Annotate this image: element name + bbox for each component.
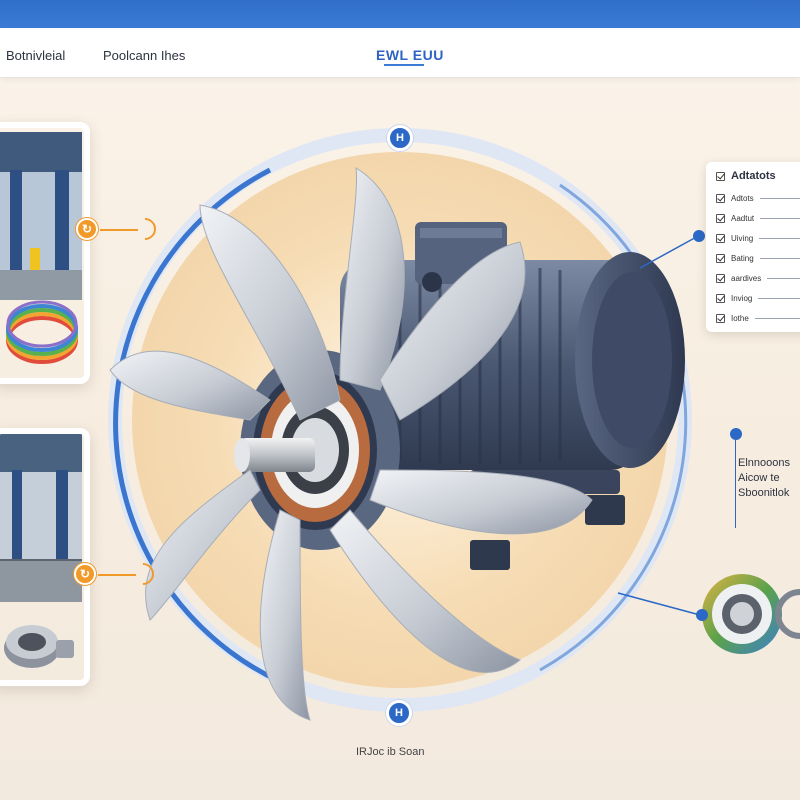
ring-bottom-node-icon[interactable]: H <box>386 700 412 726</box>
checklist-item[interactable]: Iothe <box>716 308 800 328</box>
side-note-line: Sboonitlok <box>738 487 790 499</box>
check-icon[interactable] <box>716 233 725 243</box>
motor-illustration <box>0 128 800 721</box>
check-icon[interactable] <box>716 171 725 181</box>
orange-marker-2-icon[interactable]: ↻ <box>74 563 96 585</box>
note-divider <box>735 440 736 528</box>
note-anchor-dot <box>730 428 742 440</box>
checklist-title: Adtatots <box>716 170 800 182</box>
checklist-anchor-dot <box>693 230 705 242</box>
checklist-item[interactable]: aardives <box>716 268 800 288</box>
check-icon[interactable] <box>716 313 725 323</box>
connector-bearing <box>617 592 701 616</box>
orange-connector-2 <box>98 574 136 576</box>
connector-checklist <box>639 234 701 269</box>
checklist-item[interactable]: Inviog <box>716 288 800 308</box>
factory-info-card-2[interactable] <box>0 428 90 686</box>
orange-marker-1-icon[interactable]: ↻ <box>76 218 98 240</box>
checklist-item[interactable]: Adtots <box>716 188 800 208</box>
checklist-item[interactable]: Aadtut <box>716 208 800 228</box>
ring-top-node-icon[interactable]: H <box>387 125 413 151</box>
check-icon[interactable] <box>716 193 725 203</box>
side-note-line: Elnnooons <box>738 457 790 469</box>
check-icon[interactable] <box>716 253 725 263</box>
checklist-item[interactable]: Bating <box>716 248 800 268</box>
check-icon[interactable] <box>716 273 725 283</box>
bearing-illustration-right <box>702 574 800 654</box>
shaft <box>234 438 315 472</box>
factory-info-card-1[interactable] <box>0 122 90 384</box>
orange-connector-1 <box>100 229 138 231</box>
illustration-caption: IRJoc ib Soan <box>356 746 425 758</box>
bearing-anchor-dot <box>696 609 708 621</box>
check-icon[interactable] <box>716 213 725 223</box>
checklist-panel: Adtatots Adtots Aadtut Uiving Bating aar… <box>706 162 800 332</box>
check-icon[interactable] <box>716 293 725 303</box>
side-note-line: Aicow te <box>738 472 780 484</box>
side-note: Elnnooons Aicow te Sboonitlok <box>738 456 800 501</box>
checklist-item[interactable]: Uiving <box>716 228 800 248</box>
